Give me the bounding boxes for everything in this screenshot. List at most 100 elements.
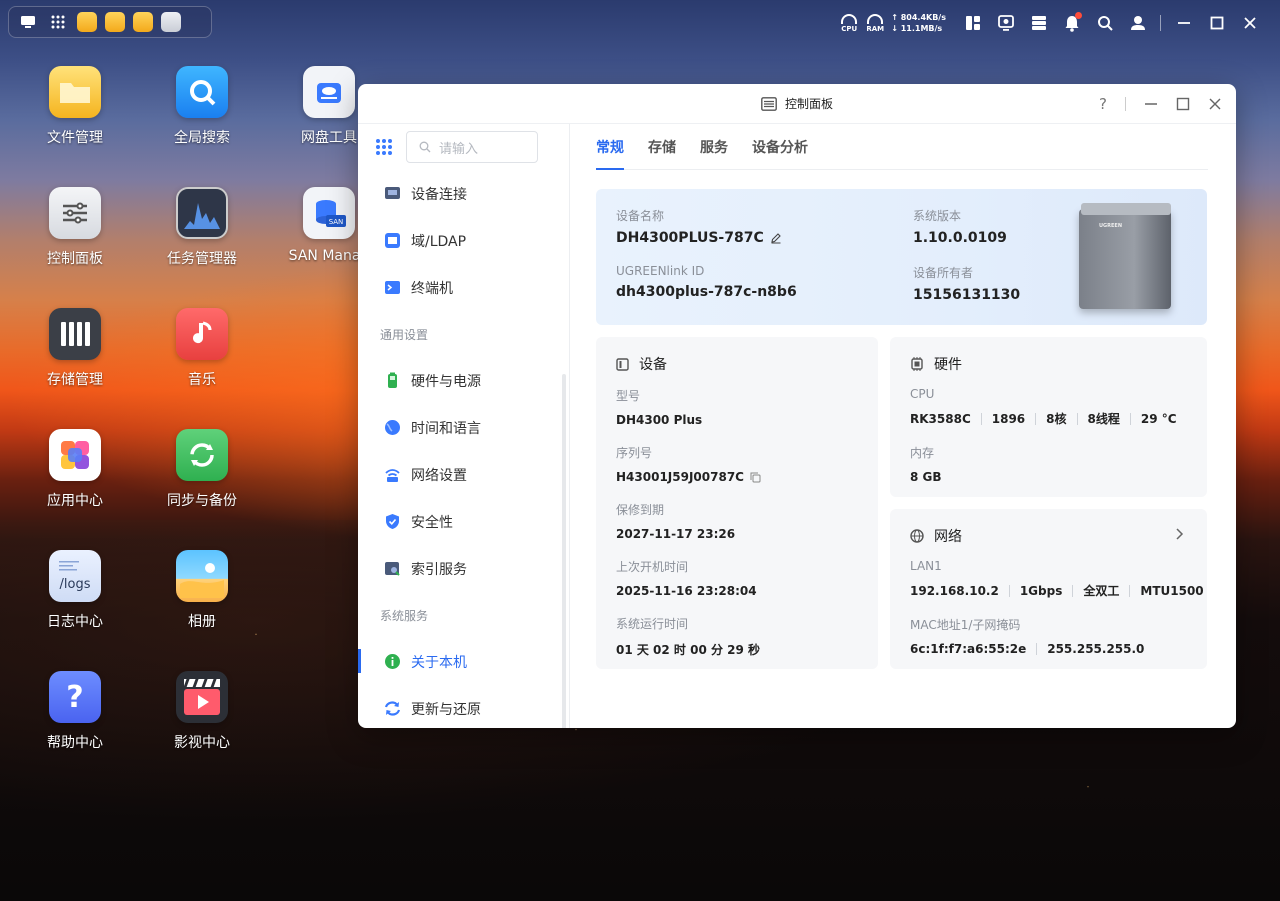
desktop-app-app-center[interactable]: 应用中心 bbox=[20, 429, 130, 510]
device-summary-card: 设备名称 DH4300PLUS-787C UGREENlink ID dh430… bbox=[596, 189, 1207, 325]
widgets-icon[interactable] bbox=[956, 7, 989, 39]
sidebar-item-security[interactable]: 安全性 bbox=[358, 498, 569, 545]
desktop-app-file-manager[interactable]: 文件管理 bbox=[20, 66, 130, 147]
search-icon[interactable] bbox=[1088, 7, 1121, 39]
help-button[interactable]: ? bbox=[1099, 95, 1107, 113]
taskbar-control-panel-icon[interactable] bbox=[161, 12, 181, 32]
app-label: 文件管理 bbox=[47, 130, 103, 146]
taskbar-folder-icon[interactable] bbox=[105, 12, 125, 32]
desktop-app-photos[interactable]: 相册 bbox=[147, 550, 257, 631]
lan-ip: 192.168.10.2 bbox=[910, 583, 999, 598]
monitor-icon[interactable] bbox=[989, 7, 1022, 39]
close-icon[interactable] bbox=[1208, 97, 1222, 111]
app-label: 帮助中心 bbox=[47, 735, 103, 751]
help-icon: ? bbox=[49, 671, 101, 723]
lan-speed: 1Gbps bbox=[1019, 583, 1063, 598]
taskbar-folder-icon[interactable] bbox=[133, 12, 153, 32]
maximize-icon[interactable] bbox=[1200, 7, 1233, 39]
tab-storage[interactable]: 存储 bbox=[648, 124, 676, 170]
hardware-card: 硬件 CPU RK3588C 1896 8核 8线程 29 °C 内存 8 GB bbox=[890, 337, 1207, 497]
lan-duplex: 全双工 bbox=[1083, 584, 1120, 598]
model-label: 型号 bbox=[616, 389, 641, 403]
device-name-label: 设备名称 bbox=[616, 209, 665, 223]
music-note-icon bbox=[176, 308, 228, 360]
sidebar-item-domain-ldap[interactable]: 域/LDAP bbox=[358, 217, 569, 264]
network-speed[interactable]: ↑ 804.4KB/s ↓ 11.1MB/s bbox=[891, 12, 946, 34]
app-label: 任务管理器 bbox=[167, 251, 237, 267]
lan-specs: 192.168.10.2 1Gbps 全双工 MTU1500 bbox=[910, 582, 1204, 599]
chip-icon bbox=[911, 357, 923, 371]
desktop-app-log-center[interactable]: /logs 日志中心 bbox=[20, 550, 130, 631]
cpu-gauge-icon[interactable]: CPU bbox=[837, 7, 861, 39]
taskbar-folder-icon[interactable] bbox=[77, 12, 97, 32]
app-label: 相册 bbox=[188, 614, 216, 630]
nas-brand-label: UGREEN bbox=[1099, 223, 1123, 229]
system-tray: CPU RAM ↑ 804.4KB/s ↓ 11.1MB/s bbox=[837, 0, 1280, 46]
desktop-app-help-center[interactable]: ? 帮助中心 bbox=[20, 671, 130, 752]
san-icon: SAN bbox=[303, 187, 355, 239]
network-icon bbox=[385, 469, 400, 482]
close-icon[interactable] bbox=[1233, 7, 1266, 39]
serial-value: H43001J59J00787C bbox=[616, 470, 744, 484]
title-divider bbox=[1125, 97, 1126, 111]
sidebar-item-index-service[interactable]: 索引服务 bbox=[358, 545, 569, 592]
sidebar-item-update-restore[interactable]: 更新与还原 bbox=[358, 685, 569, 728]
menu-grid-icon[interactable] bbox=[376, 139, 392, 155]
notification-bell-icon[interactable] bbox=[1055, 7, 1088, 39]
control-panel-window: 控制面板 ? 请输入 设备连接 域/LDAP 终端机 通用设置 硬件与电源 时间… bbox=[358, 84, 1236, 728]
search-input[interactable]: 请输入 bbox=[406, 131, 538, 163]
device-card-title: 设备 bbox=[639, 357, 667, 373]
uptime-value: 01 天 02 时 00 分 29 秒 bbox=[616, 643, 761, 657]
user-icon[interactable] bbox=[1121, 7, 1154, 39]
memory-label: 内存 bbox=[910, 446, 935, 460]
device-name-value: DH4300PLUS-787C bbox=[616, 230, 764, 246]
minimize-icon[interactable] bbox=[1144, 97, 1158, 111]
app-label: 全局搜索 bbox=[174, 130, 230, 146]
sidebar-scrollbar[interactable] bbox=[562, 374, 566, 728]
sidebar-section-general: 通用设置 bbox=[380, 327, 429, 342]
desktop-app-control-panel[interactable]: 控制面板 bbox=[20, 187, 130, 268]
model-value: DH4300 Plus bbox=[616, 413, 703, 427]
sidebar-item-about[interactable]: 关于本机 bbox=[358, 638, 569, 685]
sidebar-item-network-settings[interactable]: 网络设置 bbox=[358, 451, 569, 498]
desktop-app-video-center[interactable]: 影视中心 bbox=[147, 671, 257, 752]
app-grid-icon[interactable] bbox=[47, 11, 69, 33]
terminal-icon bbox=[385, 281, 400, 294]
sidebar-item-terminal[interactable]: 终端机 bbox=[358, 264, 569, 311]
logs-icon: /logs bbox=[49, 550, 101, 602]
warranty-value: 2027-11-17 23:26 bbox=[616, 527, 736, 541]
sidebar-item-hardware-power[interactable]: 硬件与电源 bbox=[358, 357, 569, 404]
last-boot-label: 上次开机时间 bbox=[616, 560, 689, 574]
cpu-label: CPU bbox=[910, 387, 935, 401]
desktop-app-global-search[interactable]: 全局搜索 bbox=[147, 66, 257, 147]
ram-gauge-icon[interactable]: RAM bbox=[863, 7, 887, 39]
sidebar-item-time-language[interactable]: 时间和语言 bbox=[358, 404, 569, 451]
desktop-app-task-manager[interactable]: 任务管理器 bbox=[147, 187, 257, 268]
window-titlebar[interactable]: 控制面板 ? bbox=[358, 84, 1236, 124]
chevron-right-icon[interactable] bbox=[1175, 527, 1185, 541]
server-icon[interactable] bbox=[1022, 7, 1055, 39]
info-icon bbox=[385, 654, 400, 669]
copy-icon[interactable] bbox=[750, 472, 761, 483]
main-content: 常规 存储 服务 设备分析 设备名称 DH4300PLUS-787C UGREE… bbox=[571, 124, 1236, 728]
desktop-app-music[interactable]: 音乐 bbox=[147, 308, 257, 389]
minimize-all-icon[interactable] bbox=[1167, 7, 1200, 39]
sidebar-item-label: 关于本机 bbox=[411, 654, 467, 671]
maximize-icon[interactable] bbox=[1176, 97, 1190, 111]
mac-specs: 6c:1f:f7:a6:55:2e 255.255.255.0 bbox=[910, 642, 1144, 656]
sidebar-item-device-connection[interactable]: 设备连接 bbox=[358, 170, 569, 217]
tab-services[interactable]: 服务 bbox=[700, 124, 728, 170]
edit-pencil-icon[interactable] bbox=[770, 232, 782, 244]
app-label: 存储管理 bbox=[47, 372, 103, 388]
video-icon bbox=[176, 671, 228, 723]
tab-general[interactable]: 常规 bbox=[596, 124, 624, 170]
desktop-icon[interactable] bbox=[17, 11, 39, 33]
desktop-app-storage-manager[interactable]: 存储管理 bbox=[20, 308, 130, 389]
network-card[interactable]: 网络 LAN1 192.168.10.2 1Gbps 全双工 MTU1500 M… bbox=[890, 509, 1207, 669]
desktop-app-sync-backup[interactable]: 同步与备份 bbox=[147, 429, 257, 510]
notification-dot bbox=[1075, 12, 1082, 19]
search-placeholder: 请输入 bbox=[439, 141, 479, 157]
tab-device-analysis[interactable]: 设备分析 bbox=[752, 124, 808, 170]
device-card: 设备 型号 DH4300 Plus 序列号 H43001J59J00787C 保… bbox=[596, 337, 878, 669]
cpu-temp: 29 °C bbox=[1140, 411, 1177, 426]
